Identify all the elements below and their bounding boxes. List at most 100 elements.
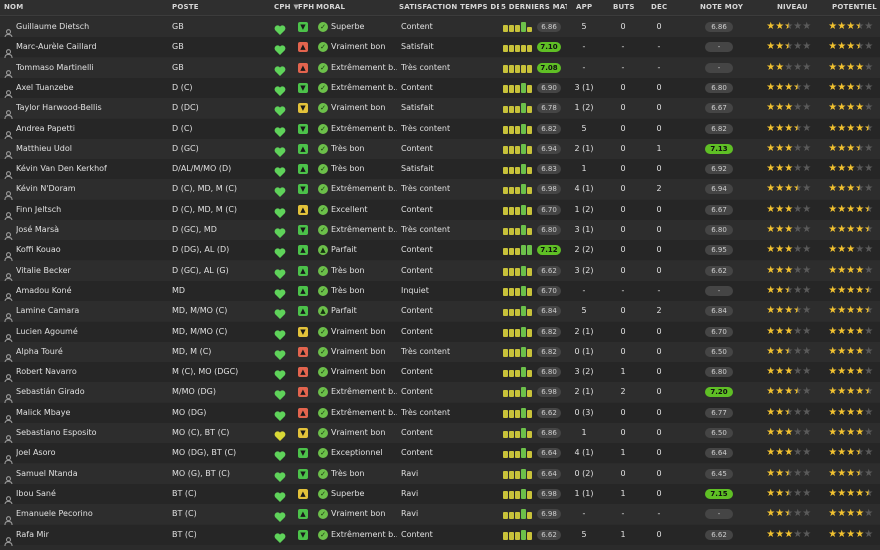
form-bar — [503, 450, 508, 459]
heart-icon — [274, 386, 286, 401]
star-icon: ★ — [828, 61, 837, 73]
table-row[interactable]: Malick Mbaye MO (DG) ▲ ✓ Extrêmement b... Trè… — [0, 402, 880, 424]
apps: - — [582, 285, 586, 295]
apps: 4 (1) — [574, 448, 594, 458]
player-name[interactable]: Kévin Van Den Kerkhof — [16, 159, 166, 179]
goals: 2 — [620, 387, 626, 397]
header-app[interactable]: APP — [576, 3, 592, 11]
form-bar — [521, 428, 526, 438]
form-bar — [515, 369, 520, 378]
star-icon: ★ — [784, 487, 793, 499]
player-name[interactable]: Marc-Aurèle Caillard — [16, 37, 166, 57]
moral-check-icon: ✓ — [318, 488, 328, 499]
player-name[interactable]: Robert Navarro — [16, 362, 166, 382]
player-name[interactable]: Samuel Ntanda — [16, 464, 166, 484]
star-icon: ★ — [766, 163, 775, 175]
star-icon: ★ — [784, 528, 793, 540]
player-name[interactable]: Lamine Camara — [16, 301, 166, 321]
table-row[interactable]: Kévin Van Den Kerkhof D/AL/M/MO (D) ▲ ✓ Très… — [0, 159, 880, 181]
player-name[interactable]: Axel Tuanzebe — [16, 78, 166, 98]
player-name[interactable]: Amadou Koné — [16, 281, 166, 301]
last-match-rating: 6.98 — [537, 387, 561, 398]
player-name[interactable]: Malick Mbaye — [16, 403, 166, 423]
moral-check-icon: ✓ — [318, 103, 328, 114]
apps: 0 (2) — [574, 468, 594, 478]
star-icon: ★ — [802, 284, 811, 296]
player-name[interactable]: Finn Jeltsch — [16, 200, 166, 220]
average-rating: 6.80 — [705, 367, 733, 378]
table-row[interactable]: Guillaume Dietsch GB ▼ ✓ Superbe Content 6.86 5… — [0, 17, 880, 39]
player-name[interactable]: Andrea Papetti — [16, 119, 166, 139]
table-row[interactable]: Tommaso Martinelli GB ▲ ✓ Extrêmement b... Tr… — [0, 57, 880, 79]
form-bar — [503, 389, 508, 398]
player-name[interactable]: José Marsà — [16, 220, 166, 240]
header-note[interactable]: NOTE MOY — [700, 3, 743, 11]
player-name[interactable]: Joel Asoro — [16, 443, 166, 463]
player-name[interactable]: Alpha Touré — [16, 342, 166, 362]
star-icon: ★ — [802, 427, 811, 438]
form-bars — [503, 82, 537, 94]
star-icon: ★ — [855, 508, 864, 520]
player-name[interactable]: Koffi Kouao — [16, 240, 166, 260]
player-name[interactable]: Emanuele Pecorino — [16, 504, 166, 524]
header-satisfaction[interactable]: SATISFACTION TEMPS DE JEU — [399, 3, 499, 11]
table-row[interactable]: Samuel Ntanda MO (G), BT (C) ▼ ✓ Très bon Rav… — [0, 463, 880, 485]
header-derniers[interactable]: 5 DERNIERS MAT... — [501, 3, 567, 11]
table-row[interactable]: José Marsà D (GC), MD ▼ ✓ Extrêmement b... Tr… — [0, 220, 880, 242]
table-row[interactable]: Lucien Agoumé MD, M/MO (C) ▼ ✓ Vraiment bon C… — [0, 321, 880, 343]
header-poste[interactable]: POSTE — [172, 3, 199, 11]
form-bars — [503, 366, 537, 378]
player-name[interactable]: Tommaso Martinelli — [16, 58, 166, 78]
table-row[interactable]: Taylor Harwood-Bellis D (DC) ▼ ✓ Vraiment bo… — [0, 98, 880, 120]
table-row[interactable]: Andrea Papetti D (C) ▼ ✓ Extrêmement b... Trè… — [0, 118, 880, 140]
table-row[interactable]: Vitalie Becker D (GC), AL (G) ▲ ✓ Très bon Co… — [0, 260, 880, 282]
form-bar — [515, 44, 520, 53]
form-bars — [503, 447, 537, 459]
header-moral[interactable]: MORAL — [316, 3, 345, 11]
table-row[interactable]: Koffi Kouao D (DG), AL (D) ▲ ▲ Parfait Conten… — [0, 240, 880, 262]
header-potentiel[interactable]: POTENTIEL — [832, 3, 877, 11]
player-name[interactable]: Ibou Sané — [16, 484, 166, 504]
player-name[interactable]: Kévin N'Doram — [16, 179, 166, 199]
table-row[interactable]: Robert Navarro M (C), MO (DGC) ▲ ✓ Vraiment … — [0, 362, 880, 384]
header-niveau[interactable]: NIVEAU — [777, 3, 808, 11]
header-buts[interactable]: BUTS — [613, 3, 635, 11]
header-fph[interactable]: FPH — [298, 3, 314, 11]
goals: 0 — [620, 184, 626, 194]
table-row[interactable]: Lamine Camara MD, M/MO (C) ▲ ▲ Parfait Conten… — [0, 301, 880, 323]
player-name[interactable]: Lucien Agoumé — [16, 322, 166, 342]
form-bars — [503, 123, 537, 135]
table-row[interactable]: Kévin N'Doram D (C), MD, M (C) ▼ ✓ Extrêmeme… — [0, 179, 880, 201]
table-row[interactable]: Finn Jeltsch D (C), MD, M (C) ▲ ✓ Excellent C… — [0, 199, 880, 221]
satisfaction-text: Très content — [401, 123, 451, 133]
table-row[interactable]: Ibou Sané BT (C) ▲ ✓ Superbe Ravi 6.98 1 (1) 1 0 7… — [0, 483, 880, 505]
table-row[interactable]: Amadou Koné MD ▲ ✓ Très bon Inquiet 6.70- - - - ★★… — [0, 280, 880, 302]
star-icon: ★ — [766, 284, 775, 296]
star-icon: ★ — [766, 61, 775, 73]
table-row[interactable]: Alpha Touré MD, M (C) ▲ ✓ Vraiment bon Très c… — [0, 341, 880, 363]
table-row[interactable]: Marc-Aurèle Caillard GB ▲ ✓ Vraiment bon Sati… — [0, 37, 880, 59]
form-bar — [527, 85, 532, 93]
table-row[interactable]: Joel Asoro MO (DG), BT (C) ▼ ✓ Exceptionnel C… — [0, 443, 880, 465]
header-cph[interactable]: CPH ▼ — [274, 3, 299, 11]
player-name[interactable]: Matthieu Udol — [16, 139, 166, 159]
form-bar — [527, 126, 532, 134]
star-icon: ★ — [784, 386, 793, 398]
satisfaction-text: Content — [401, 143, 433, 153]
table-row[interactable]: Rafa Mir BT (C) ▼ ✓ Extrêmement b... Content 6… — [0, 524, 880, 546]
star-icon: ★ — [793, 427, 802, 438]
header-dec[interactable]: DÉC — [651, 3, 667, 11]
player-name[interactable]: Taylor Harwood-Bellis — [16, 98, 166, 118]
player-name[interactable]: Guillaume Dietsch — [16, 17, 166, 37]
moral-up-icon: ▲ — [318, 245, 328, 256]
table-row[interactable]: Sebastián Girado M/MO (DG) ▲ ✓ Extrêmement b… — [0, 382, 880, 404]
player-name[interactable]: Sebastián Girado — [16, 382, 166, 402]
player-name[interactable]: Vitalie Becker — [16, 261, 166, 281]
header-nom[interactable]: NOM — [4, 3, 23, 11]
table-row[interactable]: Sebastiano Esposito MO (C), BT (C) ▼ ✓ Vraim… — [0, 423, 880, 445]
player-name[interactable]: Sebastiano Esposito — [16, 423, 166, 443]
table-row[interactable]: Matthieu Udol D (GC) ▲ ✓ Très bon Content 6.94… — [0, 138, 880, 160]
player-name[interactable]: Rafa Mir — [16, 525, 166, 545]
table-row[interactable]: Axel Tuanzebe D (C) ▼ ✓ Extrêmement b... Cont… — [0, 77, 880, 99]
table-row[interactable]: Emanuele Pecorino BT (C) ▲ ✓ Vraiment bon Rav… — [0, 504, 880, 526]
